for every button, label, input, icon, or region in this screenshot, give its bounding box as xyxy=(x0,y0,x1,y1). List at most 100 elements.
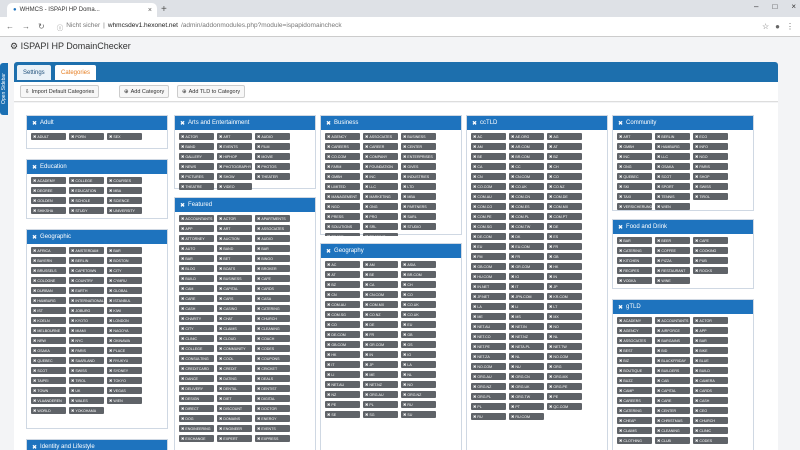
tld-chip[interactable]: ✖ CARE xyxy=(655,397,690,404)
tld-chip[interactable]: ✖ COOL xyxy=(217,355,252,362)
tld-chip[interactable]: ✖ APARTMENTS xyxy=(255,215,290,222)
remove-tld-icon[interactable]: ✖ xyxy=(473,334,476,339)
remove-tld-icon[interactable]: ✖ xyxy=(549,144,552,149)
tld-chip[interactable]: ✖ SCIENCE xyxy=(107,197,142,204)
remove-tld-icon[interactable]: ✖ xyxy=(619,174,622,179)
tld-chip[interactable]: ✖ DURBAN xyxy=(31,287,66,294)
category-panel-header[interactable]: ✖ Identity and Lifestyle xyxy=(27,440,167,450)
tld-chip[interactable]: ✖ DISCOUNT xyxy=(217,405,252,412)
remove-tld-icon[interactable]: ✖ xyxy=(33,408,36,413)
tld-chip[interactable]: ✖ DIGITAL xyxy=(255,395,290,402)
remove-tld-icon[interactable]: ✖ xyxy=(619,144,622,149)
tld-chip[interactable]: ✖ ROCKS xyxy=(693,267,728,274)
remove-tld-icon[interactable]: ✖ xyxy=(619,238,622,243)
tld-chip[interactable]: ✖ SPORT xyxy=(655,183,690,190)
remove-tld-icon[interactable]: ✖ xyxy=(549,164,552,169)
remove-tld-icon[interactable]: ✖ xyxy=(365,392,368,397)
remove-tld-icon[interactable]: ✖ xyxy=(327,282,330,287)
tld-chip[interactable]: ✖ LI xyxy=(325,371,360,378)
tld-chip[interactable]: ✖ NGO xyxy=(325,203,360,210)
remove-tld-icon[interactable]: ✖ xyxy=(365,322,368,327)
tld-chip[interactable]: ✖ SCHOLE xyxy=(69,197,104,204)
tld-chip[interactable]: ✖ RU xyxy=(401,401,436,408)
tld-chip[interactable]: ✖ CO.UK xyxy=(509,183,544,190)
tld-chip[interactable]: ✖ GS xyxy=(401,341,436,348)
delete-category-icon[interactable]: ✖ xyxy=(180,120,185,127)
remove-tld-icon[interactable]: ✖ xyxy=(219,216,222,221)
tld-chip[interactable]: ✖ NAGOYA xyxy=(107,327,142,334)
tld-chip[interactable]: ✖ SARL xyxy=(401,213,436,220)
remove-tld-icon[interactable]: ✖ xyxy=(257,406,260,411)
tld-chip[interactable]: ✖ NEWS xyxy=(179,163,214,170)
remove-tld-icon[interactable]: ✖ xyxy=(257,316,260,321)
tld-chip[interactable]: ✖ INC xyxy=(617,153,652,160)
tld-chip[interactable]: ✖ NETA.PL xyxy=(509,343,544,350)
tld-chip[interactable]: ✖ CAPITAL xyxy=(217,285,252,292)
tld-chip[interactable]: ✖ BUSINESS xyxy=(401,133,436,140)
remove-tld-icon[interactable]: ✖ xyxy=(549,334,552,339)
tld-chip[interactable]: ✖ NO xyxy=(401,381,436,388)
tld-chip[interactable]: ✖ BAR xyxy=(107,247,142,254)
remove-tld-icon[interactable]: ✖ xyxy=(619,408,622,413)
tld-chip[interactable]: ✖ FOUNDATION xyxy=(363,163,398,170)
remove-tld-icon[interactable]: ✖ xyxy=(365,184,368,189)
remove-tld-icon[interactable]: ✖ xyxy=(327,144,330,149)
remove-tld-icon[interactable]: ✖ xyxy=(219,174,222,179)
tld-chip[interactable]: ✖ ORG.PL xyxy=(471,393,506,400)
tld-chip[interactable]: ✖ EU xyxy=(401,321,436,328)
remove-tld-icon[interactable]: ✖ xyxy=(181,366,184,371)
tld-chip[interactable]: ✖ IN xyxy=(363,351,398,358)
remove-tld-icon[interactable]: ✖ xyxy=(257,376,260,381)
remove-tld-icon[interactable]: ✖ xyxy=(257,286,260,291)
tld-chip[interactable]: ✖ COLLEGE xyxy=(69,177,104,184)
remove-tld-icon[interactable]: ✖ xyxy=(619,164,622,169)
remove-tld-icon[interactable]: ✖ xyxy=(219,386,222,391)
tld-chip[interactable]: ✖ CRICKET xyxy=(255,365,290,372)
tld-chip[interactable]: ✖ KYOTO xyxy=(69,317,104,324)
tld-chip[interactable]: ✖ RU xyxy=(471,413,506,420)
tld-chip[interactable]: ✖ HIPHOP xyxy=(217,153,252,160)
tld-chip[interactable]: ✖ CO xyxy=(547,173,582,180)
remove-tld-icon[interactable]: ✖ xyxy=(327,352,330,357)
tld-chip[interactable]: ✖ LIMITED xyxy=(325,183,360,190)
tld-chip[interactable]: ✖ WIEN xyxy=(107,397,142,404)
remove-tld-icon[interactable]: ✖ xyxy=(695,268,698,273)
tld-chip[interactable]: ✖ MS xyxy=(509,313,544,320)
tld-chip[interactable]: ✖ HAMBURG xyxy=(31,297,66,304)
tld-chip[interactable]: ✖ CA xyxy=(471,163,506,170)
remove-tld-icon[interactable]: ✖ xyxy=(365,292,368,297)
remove-tld-icon[interactable]: ✖ xyxy=(109,288,112,293)
remove-tld-icon[interactable]: ✖ xyxy=(365,362,368,367)
tld-chip[interactable]: ✖ COM.TW xyxy=(509,223,544,230)
remove-tld-icon[interactable]: ✖ xyxy=(33,358,36,363)
tld-chip[interactable]: ✖ PHOTOGRAPHY xyxy=(217,163,252,170)
remove-tld-icon[interactable]: ✖ xyxy=(365,332,368,337)
remove-tld-icon[interactable]: ✖ xyxy=(619,378,622,383)
tld-chip[interactable]: ✖ VIDEO xyxy=(217,183,252,190)
remove-tld-icon[interactable]: ✖ xyxy=(657,258,660,263)
tld-chip[interactable]: ✖ INC xyxy=(363,173,398,180)
remove-tld-icon[interactable]: ✖ xyxy=(619,318,622,323)
tld-chip[interactable]: ✖ COFFEE xyxy=(655,247,690,254)
remove-tld-icon[interactable]: ✖ xyxy=(473,344,476,349)
url-field[interactable]: ⓘ Nicht sicher | whmcsdev1.hexonet.net/a… xyxy=(57,22,342,32)
tld-chip[interactable]: ✖ BIZ xyxy=(617,357,652,364)
tld-chip[interactable]: ✖ PRESS xyxy=(325,213,360,220)
remove-tld-icon[interactable]: ✖ xyxy=(403,154,406,159)
remove-tld-icon[interactable]: ✖ xyxy=(473,304,476,309)
tld-chip[interactable]: ✖ HAMBURG xyxy=(655,143,690,150)
tld-chip[interactable]: ✖ AGENCY xyxy=(325,133,360,140)
remove-tld-icon[interactable]: ✖ xyxy=(403,392,406,397)
tld-chip[interactable]: ✖ PL xyxy=(471,403,506,410)
remove-tld-icon[interactable]: ✖ xyxy=(257,134,260,139)
tld-chip[interactable]: ✖ COM.MX xyxy=(363,301,398,308)
remove-tld-icon[interactable]: ✖ xyxy=(511,254,514,259)
remove-tld-icon[interactable]: ✖ xyxy=(365,224,368,229)
tld-chip[interactable]: ✖ ONG xyxy=(617,163,652,170)
remove-tld-icon[interactable]: ✖ xyxy=(549,324,552,329)
tld-chip[interactable]: ✖ SE xyxy=(325,411,360,418)
tld-chip[interactable]: ✖ NO xyxy=(547,323,582,330)
remove-tld-icon[interactable]: ✖ xyxy=(695,418,698,423)
remove-tld-icon[interactable]: ✖ xyxy=(473,264,476,269)
remove-tld-icon[interactable]: ✖ xyxy=(71,308,74,313)
